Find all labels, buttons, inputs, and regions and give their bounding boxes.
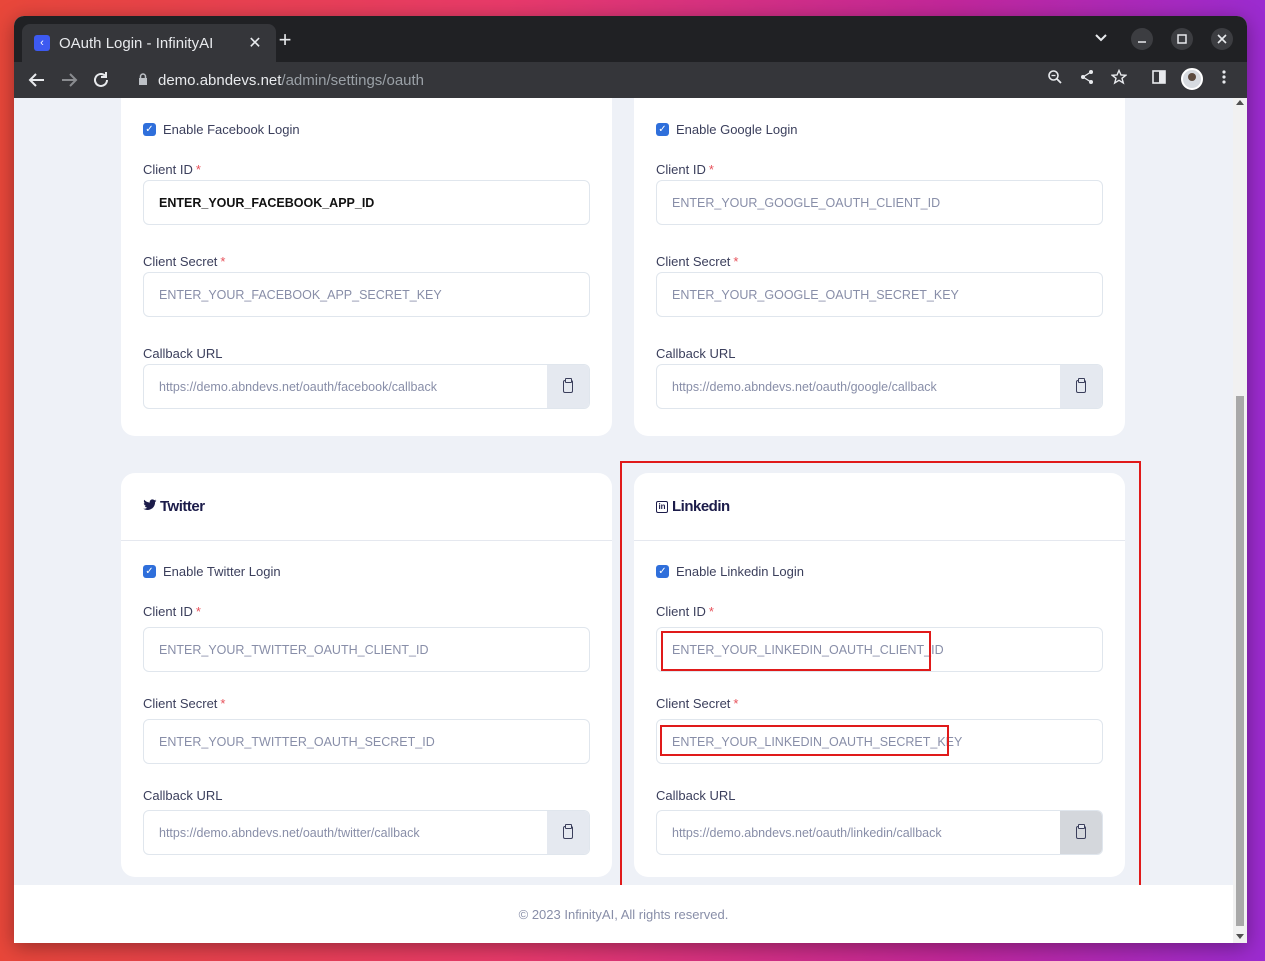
twitter-enable-row[interactable]: ✓ Enable Twitter Login	[143, 564, 281, 579]
linkedin-client-id-label: Client ID *	[656, 604, 714, 619]
lock-icon	[138, 72, 148, 88]
facebook-client-id-input[interactable]: ENTER_YOUR_FACEBOOK_APP_ID	[143, 180, 590, 225]
clipboard-icon	[1076, 824, 1086, 839]
google-callback-field: https://demo.abndevs.net/oauth/google/ca…	[656, 364, 1103, 409]
linkedin-client-id-input[interactable]: ENTER_YOUR_LINKEDIN_OAUTH_CLIENT_ID	[656, 627, 1103, 672]
google-card: ✓ Enable Google Login Client ID * ENTER_Y…	[634, 98, 1125, 436]
scroll-up-arrow-icon[interactable]	[1236, 100, 1244, 105]
facebook-callback-field: https://demo.abndevs.net/oauth/facebook/…	[143, 364, 590, 409]
linkedin-enable-label: Enable Linkedin Login	[676, 564, 804, 579]
google-enable-checkbox[interactable]: ✓	[656, 123, 669, 136]
favicon-icon: ‹	[34, 35, 50, 51]
facebook-callback-input[interactable]: https://demo.abndevs.net/oauth/facebook/…	[144, 365, 547, 408]
facebook-callback-label: Callback URL	[143, 346, 223, 361]
page-content: ✓ Enable Facebook Login Client ID * ENTER…	[14, 98, 1233, 943]
twitter-client-id-input[interactable]: ENTER_YOUR_TWITTER_OAUTH_CLIENT_ID	[143, 627, 590, 672]
footer-text: © 2023 InfinityAI, All rights reserved.	[518, 906, 729, 922]
clipboard-icon	[1076, 378, 1086, 393]
scrollbar-thumb[interactable]	[1236, 396, 1244, 926]
twitter-enable-label: Enable Twitter Login	[163, 564, 281, 579]
facebook-enable-row[interactable]: ✓ Enable Facebook Login	[143, 122, 300, 137]
facebook-copy-button[interactable]	[547, 365, 589, 408]
google-copy-button[interactable]	[1060, 365, 1102, 408]
facebook-client-id-label: Client ID *	[143, 162, 201, 177]
facebook-client-secret-label: Client Secret *	[143, 254, 226, 269]
linkedin-enable-checkbox[interactable]: ✓	[656, 565, 669, 578]
twitter-enable-checkbox[interactable]: ✓	[143, 565, 156, 578]
new-tab-button[interactable]: +	[276, 28, 294, 52]
url-host: demo.abndevs.net	[158, 71, 282, 89]
facebook-client-secret-input[interactable]: ENTER_YOUR_FACEBOOK_APP_SECRET_KEY	[143, 272, 590, 317]
google-client-secret-input[interactable]: ENTER_YOUR_GOOGLE_OAUTH_SECRET_KEY	[656, 272, 1103, 317]
profile-avatar[interactable]	[1181, 68, 1203, 90]
linkedin-card: in Linkedin ✓ Enable Linkedin Login Clie…	[634, 473, 1125, 877]
twitter-client-secret-label: Client Secret *	[143, 696, 226, 711]
facebook-enable-checkbox[interactable]: ✓	[143, 123, 156, 136]
linkedin-copy-button[interactable]	[1060, 811, 1102, 854]
tab-title: OAuth Login - InfinityAI	[59, 34, 214, 52]
twitter-callback-input[interactable]: https://demo.abndevs.net/oauth/twitter/c…	[144, 811, 547, 854]
linkedin-callback-field: https://demo.abndevs.net/oauth/linkedin/…	[656, 810, 1103, 855]
linkedin-callback-input[interactable]: https://demo.abndevs.net/oauth/linkedin/…	[657, 811, 1060, 854]
browser-tab[interactable]: ‹ OAuth Login - InfinityAI ✕	[22, 24, 276, 62]
twitter-callback-label: Callback URL	[143, 788, 223, 803]
address-bar[interactable]: demo.abndevs.net/admin/settings/oauth	[138, 69, 424, 91]
url-path: /admin/settings/oauth	[281, 71, 425, 89]
menu-icon[interactable]	[1213, 69, 1235, 91]
linkedin-card-title: Linkedin	[672, 498, 730, 515]
linkedin-enable-row[interactable]: ✓ Enable Linkedin Login	[656, 564, 804, 579]
clipboard-icon	[563, 378, 573, 393]
tab-search-icon[interactable]	[1094, 30, 1108, 46]
page-footer: © 2023 InfinityAI, All rights reserved.	[14, 885, 1233, 943]
zoom-icon[interactable]	[1044, 69, 1066, 91]
google-callback-label: Callback URL	[656, 346, 736, 361]
twitter-card-title: Twitter	[160, 498, 205, 515]
window-close-icon[interactable]	[1211, 28, 1233, 50]
linkedin-icon: in	[656, 500, 668, 513]
linkedin-client-secret-label: Client Secret *	[656, 696, 739, 711]
tab-close-icon[interactable]: ✕	[246, 33, 264, 53]
google-client-secret-label: Client Secret *	[656, 254, 739, 269]
browser-window: ‹ OAuth Login - InfinityAI ✕ + demo.abnd…	[14, 16, 1247, 943]
facebook-card: ✓ Enable Facebook Login Client ID * ENTER…	[121, 98, 612, 436]
google-enable-label: Enable Google Login	[676, 122, 798, 137]
scroll-down-arrow-icon[interactable]	[1236, 934, 1244, 939]
twitter-card: Twitter ✓ Enable Twitter Login Client ID…	[121, 473, 612, 877]
twitter-client-secret-input[interactable]: ENTER_YOUR_TWITTER_OAUTH_SECRET_ID	[143, 719, 590, 764]
forward-arrow-icon[interactable]	[57, 68, 81, 92]
back-arrow-icon[interactable]	[25, 68, 49, 92]
twitter-client-id-label: Client ID *	[143, 604, 201, 619]
page-scrollbar[interactable]	[1233, 98, 1247, 943]
twitter-icon	[143, 499, 157, 514]
google-client-id-label: Client ID *	[656, 162, 714, 177]
twitter-copy-button[interactable]	[547, 811, 589, 854]
linkedin-client-secret-input[interactable]: ENTER_YOUR_LINKEDIN_OAUTH_SECRET_KEY	[656, 719, 1103, 764]
twitter-card-header: Twitter	[121, 473, 612, 541]
google-callback-input[interactable]: https://demo.abndevs.net/oauth/google/ca…	[657, 365, 1060, 408]
address-toolbar: demo.abndevs.net/admin/settings/oauth	[14, 62, 1247, 98]
share-icon[interactable]	[1076, 69, 1098, 91]
linkedin-callback-label: Callback URL	[656, 788, 736, 803]
facebook-enable-label: Enable Facebook Login	[163, 122, 300, 137]
tab-bar: ‹ OAuth Login - InfinityAI ✕ +	[14, 16, 1247, 62]
sidepanel-icon[interactable]	[1148, 69, 1170, 91]
twitter-callback-field: https://demo.abndevs.net/oauth/twitter/c…	[143, 810, 590, 855]
reload-icon[interactable]	[89, 68, 113, 92]
google-enable-row[interactable]: ✓ Enable Google Login	[656, 122, 797, 137]
clipboard-icon	[563, 824, 573, 839]
minimize-icon[interactable]	[1131, 28, 1153, 50]
google-client-id-input[interactable]: ENTER_YOUR_GOOGLE_OAUTH_CLIENT_ID	[656, 180, 1103, 225]
star-icon[interactable]	[1108, 68, 1130, 91]
linkedin-card-header: in Linkedin	[634, 473, 1125, 541]
maximize-icon[interactable]	[1171, 28, 1193, 50]
